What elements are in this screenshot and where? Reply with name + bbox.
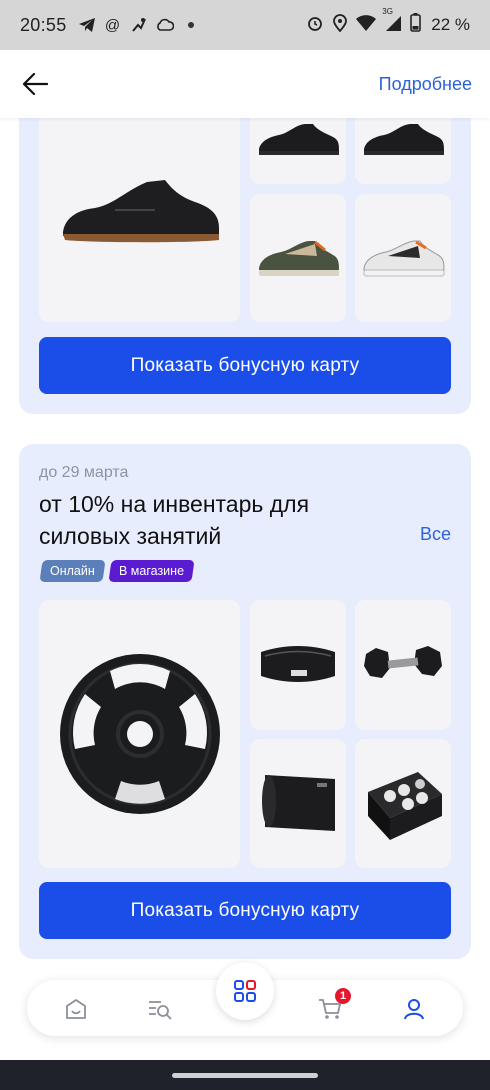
weight-plate-image <box>59 654 220 814</box>
product-image[interactable] <box>250 194 346 322</box>
nav-profile[interactable] <box>397 992 431 1026</box>
at-sign-icon: @ <box>104 16 121 34</box>
battery-icon <box>410 13 422 37</box>
details-link[interactable]: Подробнее <box>379 74 472 95</box>
home-icon <box>66 999 86 1019</box>
nav-catalog-button[interactable] <box>216 962 274 1020</box>
status-right-group: 3G 22 % <box>306 7 470 37</box>
app-header: Подробнее <box>0 50 490 118</box>
back-button[interactable] <box>18 67 52 101</box>
promo-date: до 29 марта <box>39 464 129 481</box>
lifting-belt-image <box>261 646 335 682</box>
nav-catalog-search[interactable] <box>143 992 177 1026</box>
cart-count-badge: 1 <box>335 988 351 1004</box>
grid-icon <box>234 980 256 1002</box>
badge-online: Онлайн <box>39 560 106 582</box>
list-search-icon <box>149 1001 172 1020</box>
channel-badges: Онлайн В магазине <box>39 560 195 582</box>
show-bonus-card-button[interactable]: Показать бонусную карту <box>39 337 451 394</box>
wifi-icon <box>356 14 377 36</box>
sneaker-image <box>259 240 339 276</box>
product-image[interactable] <box>250 118 346 184</box>
product-image[interactable] <box>355 118 451 184</box>
product-image[interactable] <box>355 194 451 322</box>
promo-card: Показать бонусную карту <box>19 118 471 414</box>
product-image[interactable] <box>250 739 346 868</box>
product-image[interactable] <box>355 739 451 868</box>
activity-icon <box>129 15 149 35</box>
badge-in-store: В магазине <box>108 560 195 582</box>
user-icon <box>404 999 424 1020</box>
network-type-label: 3G <box>382 6 393 16</box>
sneaker-image <box>62 180 219 243</box>
nav-home[interactable] <box>59 992 93 1026</box>
sneaker-image <box>363 240 445 277</box>
dot-icon <box>181 15 201 35</box>
sneaker-image <box>364 124 444 155</box>
status-time: 20:55 <box>20 14 67 35</box>
dumbbell-set-case-image <box>368 771 442 840</box>
promo-title: от 10% на инвентарь для силовых занятий <box>39 491 310 549</box>
dumbbell-image <box>364 646 442 678</box>
promo-list[interactable]: Показать бонусную карту до 29 марта от 1… <box>0 118 490 1060</box>
product-image[interactable] <box>250 600 346 730</box>
promo-card[interactable]: до 29 марта от 10% на инвентарь для сило… <box>19 444 471 959</box>
cloud-icon <box>155 15 175 35</box>
system-navigation-bar <box>0 1060 490 1090</box>
alarm-icon <box>306 14 324 37</box>
nav-cart[interactable]: 1 <box>313 988 351 1026</box>
arrow-left-icon <box>22 73 48 95</box>
show-bonus-card-button[interactable]: Показать бонусную карту <box>39 882 451 939</box>
location-icon <box>332 13 348 37</box>
sneaker-image <box>259 124 339 155</box>
yoga-mat-image <box>262 774 335 831</box>
product-image-main[interactable] <box>39 600 240 868</box>
all-link[interactable]: Все <box>420 524 451 545</box>
product-image[interactable] <box>355 600 451 730</box>
status-bar: 20:55 @ 3G 22 % <box>0 0 490 50</box>
battery-percent: 22 % <box>431 15 470 34</box>
telegram-icon <box>77 15 97 35</box>
cellular-icon: 3G <box>382 7 402 37</box>
product-image-main[interactable] <box>39 118 240 322</box>
home-gesture-handle[interactable] <box>172 1073 318 1078</box>
